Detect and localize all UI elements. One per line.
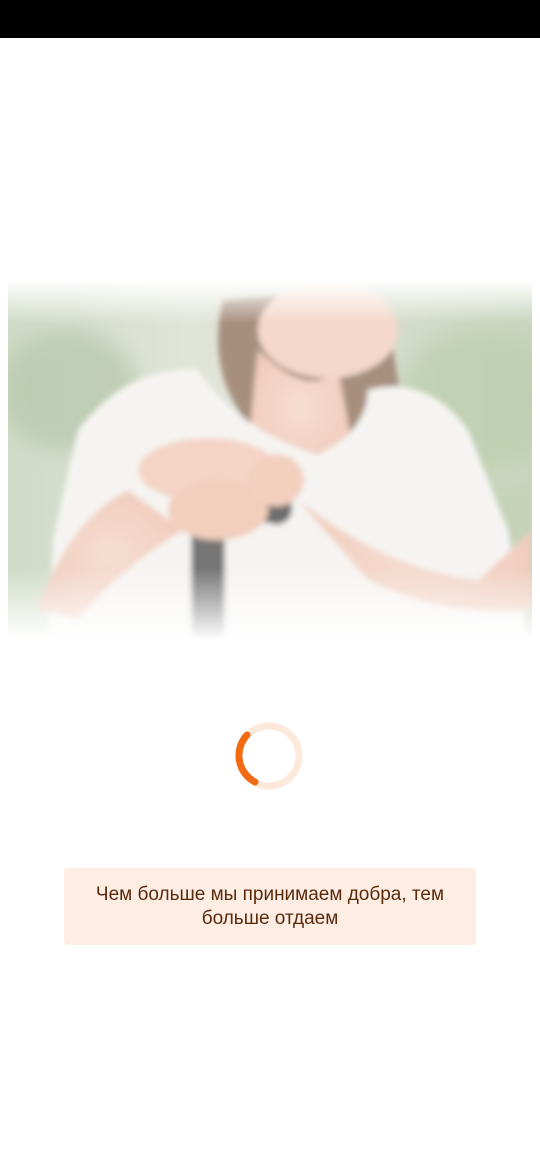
status-bar (0, 0, 540, 38)
loading-spinner-icon (233, 720, 305, 792)
hero-photo (8, 280, 532, 640)
spinner-arc (235, 731, 259, 786)
quote-text: Чем больше мы принимаем добра, тем больш… (95, 883, 445, 929)
quote-card: Чем больше мы принимаем добра, тем больш… (64, 868, 476, 945)
